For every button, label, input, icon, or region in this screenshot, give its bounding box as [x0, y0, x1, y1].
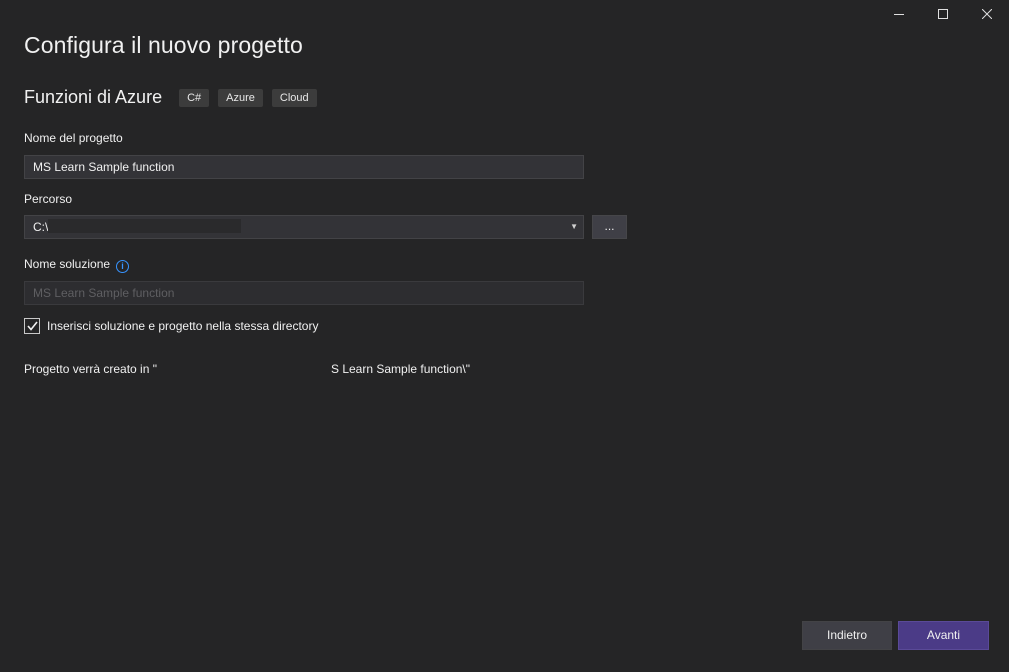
new-project-dialog: Configura il nuovo progetto Funzioni di …: [0, 0, 1009, 672]
page-title: Configura il nuovo progetto: [24, 32, 303, 58]
location-value: C:\: [33, 220, 49, 234]
template-header: Funzioni di Azure C# Azure Cloud: [24, 87, 326, 108]
tag-type: Cloud: [271, 88, 317, 107]
tag-language: C#: [179, 88, 210, 107]
template-name: Funzioni di Azure: [24, 87, 163, 107]
same-directory-checkbox[interactable]: [24, 318, 40, 334]
maximize-icon[interactable]: [921, 0, 965, 28]
project-name-label: Nome del progetto: [24, 131, 123, 145]
next-button[interactable]: Avanti: [898, 621, 989, 650]
location-label: Percorso: [24, 192, 73, 206]
checkmark-icon: [26, 321, 38, 331]
tag-platform: Azure: [218, 88, 263, 107]
project-name-input[interactable]: MS Learn Sample function: [24, 155, 584, 179]
info-icon[interactable]: i: [116, 260, 130, 273]
created-in-suffix: S Learn Sample function\": [331, 362, 471, 376]
close-icon[interactable]: [965, 0, 1009, 28]
same-directory-option[interactable]: Inserisci soluzione e progetto nella ste…: [24, 318, 318, 334]
created-in-prefix: Progetto verrà creato in ": [24, 362, 157, 376]
browse-button[interactable]: ...: [592, 215, 627, 239]
redacted-path: [157, 363, 331, 376]
solution-name-input: MS Learn Sample function: [24, 281, 584, 305]
created-in-path: Progetto verrà creato in " S Learn Sample…: [24, 362, 470, 376]
minimize-icon[interactable]: [877, 0, 921, 28]
caption-buttons: [877, 0, 1009, 28]
same-directory-label: Inserisci soluzione e progetto nella ste…: [47, 319, 319, 333]
back-button[interactable]: Indietro: [802, 621, 892, 650]
chevron-down-icon[interactable]: ▼: [570, 216, 578, 238]
solution-name-label-text: Nome soluzione: [24, 257, 111, 271]
redacted-path: [48, 219, 241, 233]
solution-name-label: Nome soluzione i: [24, 257, 130, 273]
